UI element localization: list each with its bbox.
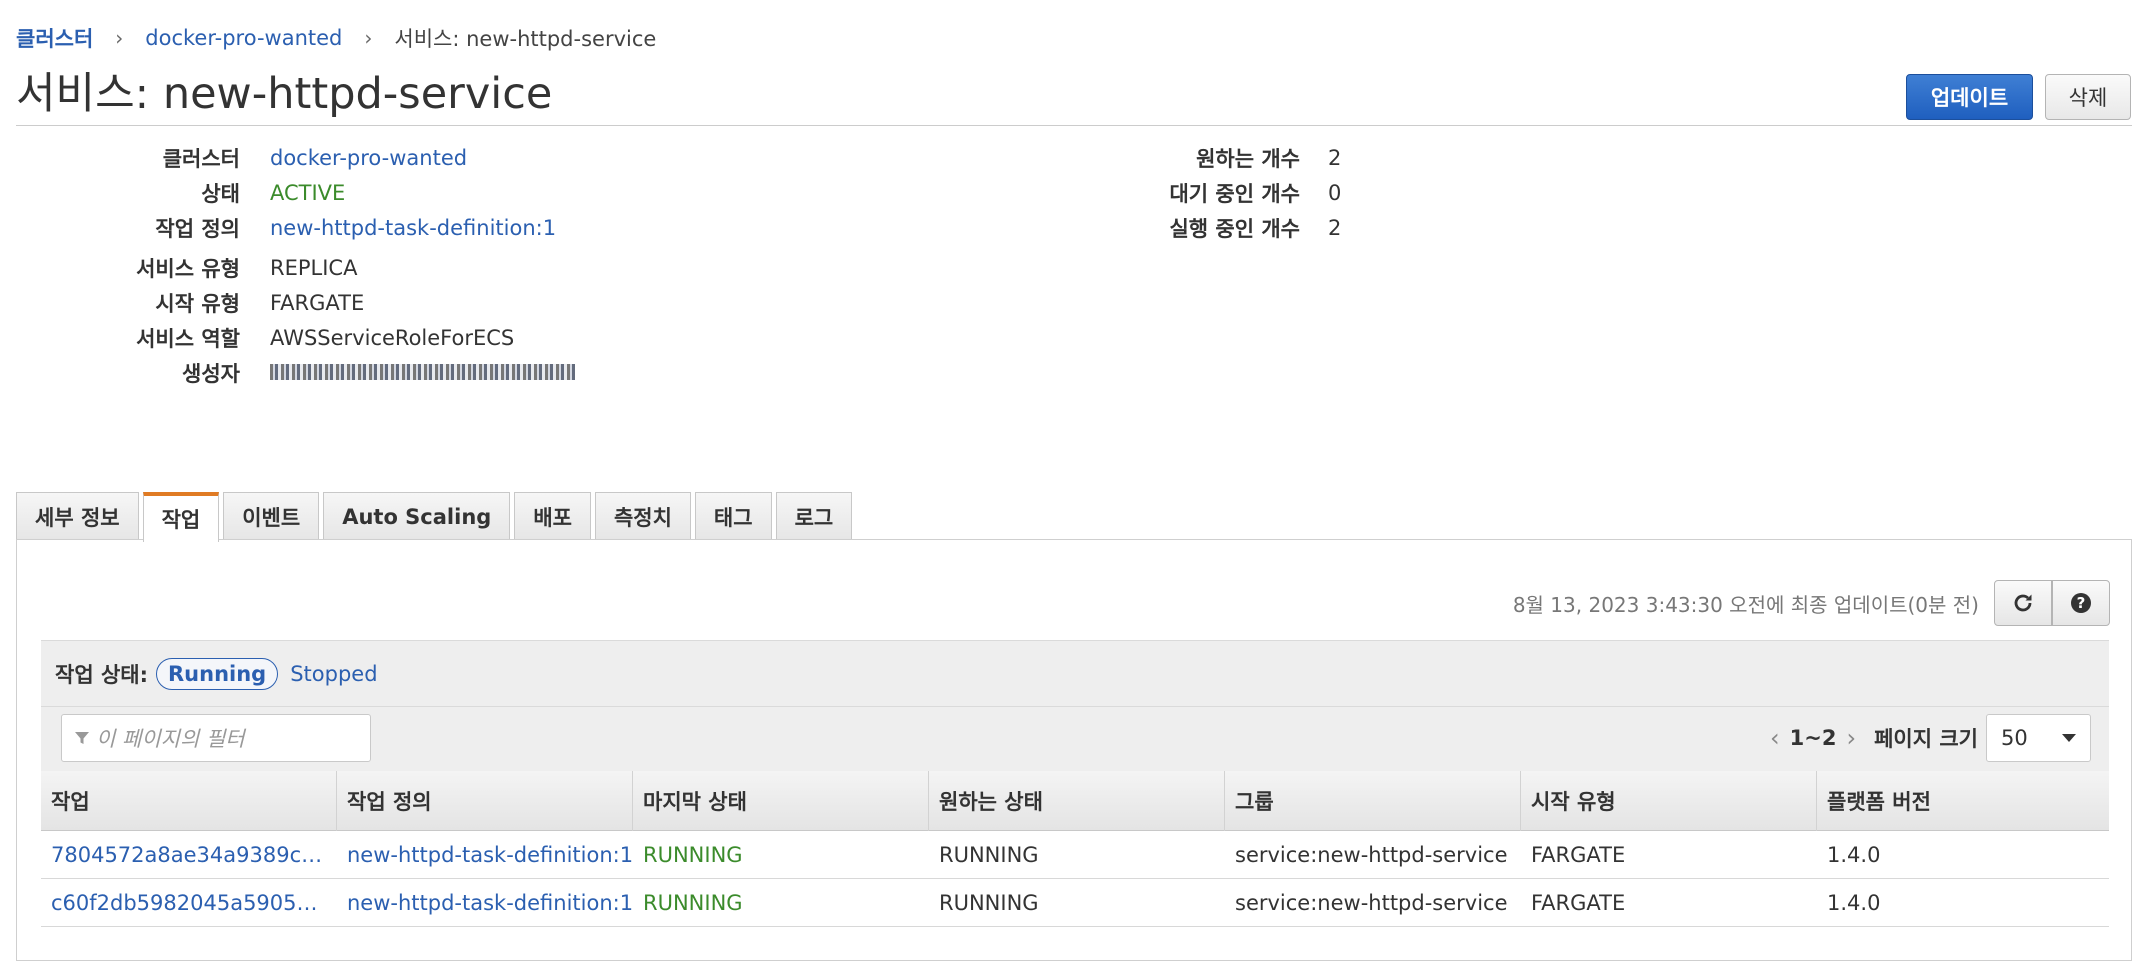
detail-pending-count-value: 0 [1328, 181, 1342, 205]
task-id-link[interactable]: 7804572a8ae34a9389c98… [41, 831, 337, 879]
detail-desired-count-value: 2 [1328, 146, 1342, 170]
breadcrumb: 클러스터 › docker-pro-wanted › 서비스: new-http… [16, 20, 656, 56]
status-running-toggle[interactable]: Running [156, 657, 279, 690]
filter-placeholder: 이 페이지의 필터 [96, 727, 245, 751]
tab-tasks[interactable]: 작업 [142, 492, 220, 542]
detail-service-type-value: REPLICA [270, 256, 358, 280]
page-range: 1~2 [1789, 726, 1837, 750]
group-cell: service:new-httpd-service [1235, 891, 1508, 915]
breadcrumb-current: 서비스: new-httpd-service [394, 27, 657, 51]
column-header-group[interactable]: 그룹 [1225, 771, 1521, 831]
last-status-cell: RUNNING [643, 891, 743, 915]
detail-running-count-value: 2 [1328, 216, 1342, 240]
table-header: 작업 작업 정의 마지막 상태 원하는 상태 그룹 시작 유형 플랫폼 버전 [41, 771, 2109, 831]
column-header-last-status[interactable]: 마지막 상태 [633, 771, 929, 831]
platform-version-cell: 1.4.0 [1827, 891, 1881, 915]
detail-service-role-value: AWSServiceRoleForECS [270, 326, 515, 350]
status-stopped-toggle[interactable]: Stopped [290, 662, 377, 686]
prev-page-icon[interactable]: ‹ [1770, 724, 1780, 752]
page-size-label: 페이지 크기 [1874, 727, 1978, 751]
column-header-desired-status[interactable]: 원하는 상태 [929, 771, 1225, 831]
table-row: c60f2db5982045a5905ded… new-httpd-task-d… [41, 879, 2109, 927]
filter-input[interactable]: 이 페이지의 필터 [61, 714, 371, 762]
tab-details[interactable]: 세부 정보 [16, 492, 139, 540]
tab-logs[interactable]: 로그 [775, 492, 853, 540]
chevron-right-icon: › [364, 26, 373, 50]
title-divider [16, 125, 2132, 126]
platform-version-cell: 1.4.0 [1827, 843, 1881, 867]
svg-text:?: ? [2077, 594, 2086, 612]
tab-bar: 세부 정보 작업 이벤트 Auto Scaling 배포 측정치 태그 로그 [16, 492, 856, 542]
breadcrumb-cluster-link[interactable]: docker-pro-wanted [145, 26, 342, 50]
launch-type-cell: FARGATE [1531, 891, 1626, 915]
column-header-platform-version[interactable]: 플랫폼 버전 [1817, 771, 2109, 831]
detail-label: 실행 중인 개수 [1169, 217, 1300, 241]
detail-row-running-count: 실행 중인 개수 2 [0, 204, 1341, 252]
tab-auto-scaling[interactable]: Auto Scaling [323, 492, 511, 540]
delete-button[interactable]: 삭제 [2045, 74, 2131, 120]
last-status-cell: RUNNING [643, 843, 743, 867]
desired-status-cell: RUNNING [939, 891, 1039, 915]
task-status-label: 작업 상태: [55, 662, 148, 687]
table-toolbar: 이 페이지의 필터 ‹ 1~2 › 페이지 크기 50 [41, 707, 2109, 771]
launch-type-cell: FARGATE [1531, 843, 1626, 867]
last-updated-text: 8월 13, 2023 3:43:30 오전에 최종 업데이트(0분 전) [1512, 592, 1979, 617]
tab-metrics[interactable]: 측정치 [594, 492, 691, 540]
refresh-button[interactable] [1994, 580, 2052, 626]
caret-down-icon [2062, 734, 2076, 742]
help-button[interactable]: ? [2052, 580, 2110, 626]
table-row: 7804572a8ae34a9389c98… new-httpd-task-de… [41, 831, 2109, 879]
tab-tags[interactable]: 태그 [694, 492, 772, 540]
chevron-right-icon: › [115, 26, 124, 50]
tab-deployments[interactable]: 배포 [514, 492, 591, 540]
detail-created-by-value [270, 361, 575, 385]
task-definition-link[interactable]: new-httpd-task-definition:1 [337, 831, 633, 879]
column-header-task-definition[interactable]: 작업 정의 [337, 771, 633, 831]
tasks-panel: 8월 13, 2023 3:43:30 오전에 최종 업데이트(0분 전) ? … [16, 539, 2132, 961]
page-title: 서비스: new-httpd-service [16, 69, 553, 119]
column-header-task[interactable]: 작업 [41, 771, 337, 831]
task-status-filter: 작업 상태: Running Stopped [41, 640, 2109, 707]
group-cell: service:new-httpd-service [1235, 843, 1508, 867]
detail-launch-type-value: FARGATE [270, 291, 365, 315]
tasks-table: 작업 작업 정의 마지막 상태 원하는 상태 그룹 시작 유형 플랫폼 버전 7… [41, 771, 2109, 927]
tab-events[interactable]: 이벤트 [223, 492, 320, 540]
detail-row-created-by: 생성자 [0, 349, 575, 397]
refresh-icon [2014, 594, 2032, 612]
page-size-value: 50 [2001, 726, 2028, 750]
column-header-launch-type[interactable]: 시작 유형 [1521, 771, 1817, 831]
next-page-icon[interactable]: › [1846, 724, 1856, 752]
breadcrumb-clusters-link[interactable]: 클러스터 [16, 23, 93, 53]
detail-label: 생성자 [182, 362, 240, 386]
pagination: ‹ 1~2 › 페이지 크기 50 [1760, 714, 2091, 762]
redacted-arn [270, 364, 575, 380]
desired-status-cell: RUNNING [939, 843, 1039, 867]
update-button[interactable]: 업데이트 [1906, 74, 2033, 120]
task-id-link[interactable]: c60f2db5982045a5905ded… [41, 879, 337, 927]
task-definition-link[interactable]: new-httpd-task-definition:1 [337, 879, 633, 927]
filter-icon [75, 732, 89, 744]
page-size-select[interactable]: 50 [1986, 714, 2091, 762]
help-icon: ? [2071, 593, 2091, 613]
